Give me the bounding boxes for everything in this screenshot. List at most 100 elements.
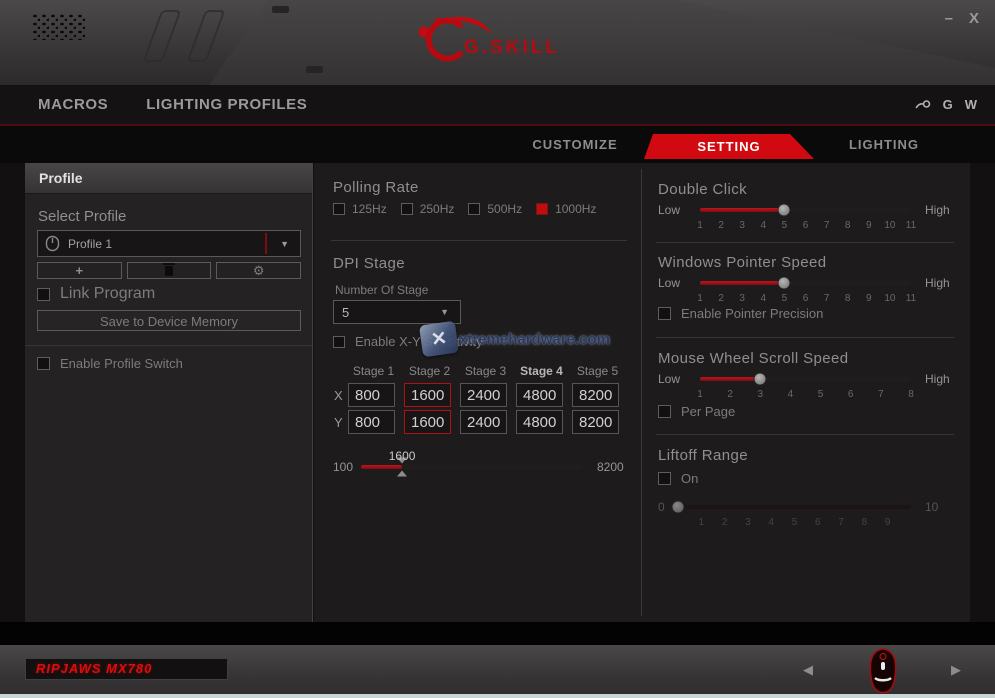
double-click-track[interactable] [700,208,911,212]
enable-profile-switch-checkbox[interactable] [37,357,50,370]
liftoff-ticks: 123456789 [678,517,911,528]
pointer-speed-high-label: High [925,276,950,290]
mouse-icon [45,235,60,252]
add-profile-button[interactable]: + [37,262,122,279]
bottom-gap [0,622,995,645]
tick-2: 2 [718,220,724,231]
enable-pointer-precision-checkbox[interactable] [658,307,671,320]
tick-4: 4 [761,220,767,231]
w-icon[interactable]: W [965,97,977,112]
dpi-input-y-stage3[interactable] [460,410,507,434]
tab-setting[interactable]: SETTING [644,134,814,159]
polling-250hz-label: 250Hz [420,202,455,216]
g-icon[interactable]: G [943,97,953,112]
enable-xy-sensitivity-label: Enable X-Y Sensitivity [355,334,483,349]
device-name-box: RIPJAWS MX780 [25,658,228,680]
mouse-device-icon[interactable] [866,647,900,698]
profile-settings-button[interactable]: ⚙ [216,262,301,279]
polling-options: 125Hz250Hz500Hz1000Hz [333,202,596,216]
tick-3: 3 [739,293,745,304]
column-divider [641,169,642,616]
divider [656,242,954,243]
tick-6: 6 [848,389,854,400]
tick-2: 2 [718,293,724,304]
pointer-speed-thumb[interactable] [778,277,791,290]
tick-7: 7 [878,389,884,400]
dpi-input-y-stage1[interactable] [348,410,395,434]
stage-header-4: Stage 4 [518,364,565,378]
polling-250hz-checkbox[interactable] [401,203,413,215]
tick-1: 1 [697,389,703,400]
profile-panel: Profile Select Profile Profile 1 ▼ + [25,163,313,622]
polling-500hz-checkbox[interactable] [468,203,480,215]
chevron-down-icon[interactable]: ▼ [440,307,449,317]
tab-lighting[interactable]: LIGHTING [814,126,954,163]
device-name: RIPJAWS MX780 [26,659,227,679]
tab-customize[interactable]: CUSTOMIZE [505,126,645,163]
dpi-input-x-stage2[interactable] [404,383,451,407]
enable-profile-switch-label: Enable Profile Switch [60,356,183,371]
dpi-low-label: 100 [333,460,361,474]
double-click-fill [700,208,784,212]
tick-10: 10 [884,293,895,304]
dpi-input-y-stage5[interactable] [572,410,619,434]
polling-125hz-checkbox[interactable] [333,203,345,215]
pointer-speed-track[interactable] [700,281,911,285]
device-icon[interactable] [915,99,931,111]
double-click-low-label: Low [658,203,700,217]
tick-11: 11 [906,220,916,231]
scroll-speed-low-label: Low [658,372,700,386]
nav-item-lighting-profiles[interactable]: LIGHTING PROFILES [146,96,307,113]
tick-5: 5 [818,389,824,400]
divider [25,345,312,346]
dpi-input-y-stage2[interactable] [404,410,451,434]
tick-8: 8 [908,389,914,400]
dpi-input-y-stage4[interactable] [516,410,563,434]
footer-bar: RIPJAWS MX780 ◀ ▶ [0,645,995,698]
dpi-stage-title: DPI Stage [333,255,405,272]
per-page-label: Per Page [681,404,735,419]
tick-8: 8 [845,220,851,231]
pointer-speed-low-label: Low [658,276,700,290]
link-program-checkbox[interactable] [37,288,50,301]
minimize-button[interactable]: – [945,10,953,27]
tick-1: 1 [699,517,705,528]
prev-device-arrow[interactable]: ◀ [803,662,813,678]
tick-4: 4 [768,517,774,528]
stage-header-1: Stage 1 [350,364,397,378]
tick-6: 6 [803,293,809,304]
delete-profile-button[interactable] [127,262,212,279]
per-page-checkbox[interactable] [658,405,671,418]
scroll-speed-track[interactable] [700,377,911,381]
dpi-input-x-stage4[interactable] [516,383,563,407]
liftoff-thumb[interactable] [672,501,685,514]
next-device-arrow[interactable]: ▶ [951,662,961,678]
polling-option-125hz: 125Hz [333,202,387,216]
liftoff-slider: 010123456789 [658,500,938,528]
chrome-notch [306,66,323,73]
chevron-down-icon[interactable]: ▼ [280,239,289,249]
app-window: G.SKILL – X MACROS LIGHTING PROFILES G W… [0,0,995,698]
liftoff-track[interactable] [678,505,911,509]
profile-select[interactable]: Profile 1 ▼ [37,230,301,257]
dpi-high-label: 8200 [597,460,624,474]
dpi-input-x-stage5[interactable] [572,383,619,407]
select-separator [265,233,267,254]
close-button[interactable]: X [969,10,979,27]
liftoff-on-checkbox[interactable] [658,472,671,485]
double-click-thumb[interactable] [778,204,791,217]
dpi-input-x-stage1[interactable] [348,383,395,407]
gear-icon: ⚙ [253,263,265,279]
scroll-speed-thumb[interactable] [754,373,767,386]
save-to-device-button[interactable]: Save to Device Memory [37,310,301,331]
nav-item-macros[interactable]: MACROS [38,96,108,113]
enable-xy-sensitivity-checkbox[interactable] [333,336,345,348]
polling-1000hz-checkbox[interactable] [536,203,548,215]
dpi-input-x-stage3[interactable] [460,383,507,407]
divider [656,337,954,338]
polling-1000hz-label: 1000Hz [555,202,596,216]
tick-3: 3 [739,220,745,231]
dpi-track[interactable]: 1600 [361,465,583,469]
stage-header-5: Stage 5 [574,364,621,378]
stage-count-select[interactable]: 5 ▼ [333,300,461,324]
